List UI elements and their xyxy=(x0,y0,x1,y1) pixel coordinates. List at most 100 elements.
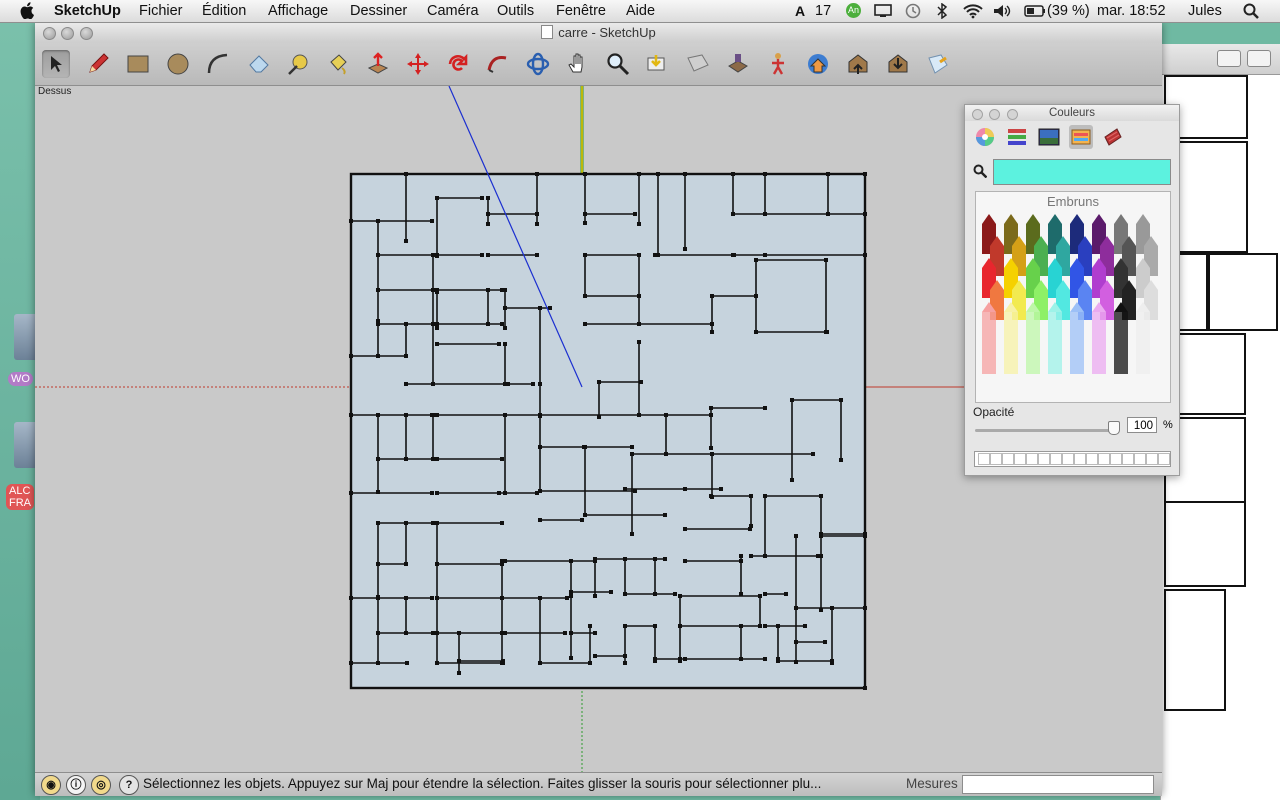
walk-icon[interactable] xyxy=(764,50,792,78)
vertex-point xyxy=(719,487,723,491)
follow-me-icon[interactable] xyxy=(484,50,512,78)
adobe-icon[interactable]: A xyxy=(795,3,805,19)
vertex-point xyxy=(593,557,597,561)
move-icon[interactable] xyxy=(404,50,432,78)
wifi-icon[interactable] xyxy=(962,3,984,19)
panel-zoom-button[interactable] xyxy=(1007,109,1018,120)
opacity-field[interactable]: 100 xyxy=(1127,417,1157,433)
crayon-box[interactable]: Embruns xyxy=(975,191,1171,403)
color-wheel-icon[interactable] xyxy=(973,125,997,149)
favorite-swatch-cell[interactable] xyxy=(1038,453,1050,465)
vertex-point xyxy=(794,660,798,664)
crayon-set[interactable] xyxy=(976,192,1170,402)
favorite-swatch-cell[interactable] xyxy=(1086,453,1098,465)
credits-icon[interactable]: ⓘ xyxy=(66,775,86,795)
send-to-layout-icon[interactable] xyxy=(924,50,952,78)
favorite-swatch-cell[interactable] xyxy=(1110,453,1122,465)
opacity-slider[interactable] xyxy=(975,429,1115,432)
bluetooth-icon[interactable] xyxy=(937,3,947,19)
favorite-swatch-cell[interactable] xyxy=(1050,453,1062,465)
status-bar: ◉ ⓘ ◎ ? Sélectionnez les objets. Appuyez… xyxy=(35,772,1162,796)
arc-icon[interactable] xyxy=(204,50,232,78)
vertex-point xyxy=(538,661,542,665)
menu-dessiner[interactable]: Dessiner xyxy=(350,3,407,19)
display-icon[interactable] xyxy=(874,4,892,18)
favorite-swatch-cell[interactable] xyxy=(1122,453,1134,465)
vertex-point xyxy=(863,686,867,690)
search-color-icon[interactable] xyxy=(973,164,987,178)
panel-close-button[interactable] xyxy=(972,109,983,120)
paint-bucket-icon[interactable] xyxy=(324,50,352,78)
favorite-swatch-cell[interactable] xyxy=(990,453,1002,465)
window-titlebar[interactable]: carre - SketchUp xyxy=(35,23,1162,43)
time-machine-icon[interactable] xyxy=(905,3,921,19)
vertex-point xyxy=(569,559,573,563)
vertex-point xyxy=(637,253,641,257)
clock[interactable]: mar. 18:52 xyxy=(1097,3,1166,19)
menu-edition[interactable]: Édition xyxy=(202,3,246,19)
get-models-icon[interactable] xyxy=(804,50,832,78)
menu-fenetre[interactable]: Fenêtre xyxy=(556,3,606,19)
position-camera-icon[interactable] xyxy=(724,50,752,78)
eraser-icon[interactable] xyxy=(245,50,273,78)
orbit-icon[interactable] xyxy=(524,50,552,78)
favorite-swatches[interactable] xyxy=(974,451,1171,467)
user-name[interactable]: Jules xyxy=(1188,3,1222,19)
favorite-swatch-cell[interactable] xyxy=(1098,453,1110,465)
push-pull-icon[interactable] xyxy=(364,50,392,78)
favorite-swatch-cell[interactable] xyxy=(1146,453,1158,465)
menu-fichier[interactable]: Fichier xyxy=(139,3,183,19)
favorite-swatch-cell[interactable] xyxy=(1158,453,1170,465)
menu-affichage[interactable]: Affichage xyxy=(268,3,328,19)
circle-icon[interactable] xyxy=(164,50,192,78)
measurements-field[interactable] xyxy=(962,775,1154,794)
rectangle-icon[interactable] xyxy=(124,50,152,78)
minimize-button[interactable] xyxy=(61,27,74,40)
favorite-swatch-cell[interactable] xyxy=(1134,453,1146,465)
selected-color-swatch[interactable] xyxy=(993,159,1171,185)
share-model-icon[interactable] xyxy=(844,50,872,78)
pan-icon[interactable] xyxy=(564,50,592,78)
close-button[interactable] xyxy=(43,27,56,40)
zoom-icon[interactable] xyxy=(604,50,632,78)
sync-icon[interactable]: An xyxy=(846,3,861,18)
color-sliders-icon[interactable] xyxy=(1005,125,1029,149)
vertex-point xyxy=(431,322,435,326)
vertex-point xyxy=(763,657,767,661)
components-icon[interactable] xyxy=(884,50,912,78)
colors-panel-title[interactable]: Couleurs xyxy=(965,105,1179,121)
favorite-swatch-cell[interactable] xyxy=(1014,453,1026,465)
favorite-swatch-cell[interactable] xyxy=(1074,453,1086,465)
pencil-icon[interactable] xyxy=(84,50,112,78)
select-tool-icon[interactable] xyxy=(42,50,70,78)
crayon xyxy=(1004,312,1018,374)
zoom-window-icon[interactable] xyxy=(644,50,672,78)
volume-icon[interactable] xyxy=(993,4,1011,18)
menu-aide[interactable]: Aide xyxy=(626,3,655,19)
color-palette-image-icon[interactable] xyxy=(1037,125,1061,149)
vertex-point xyxy=(500,596,504,600)
geo-location-icon[interactable]: ◉ xyxy=(41,775,61,795)
favorite-swatch-cell[interactable] xyxy=(978,453,990,465)
vertex-point xyxy=(839,458,843,462)
menu-app-name[interactable]: SketchUp xyxy=(54,3,121,19)
previous-view-icon[interactable] xyxy=(684,50,712,78)
color-lists-icon[interactable] xyxy=(1069,125,1093,149)
sign-in-icon[interactable]: ◎ xyxy=(91,775,111,795)
favorite-swatch-cell[interactable] xyxy=(1002,453,1014,465)
opacity-slider-knob[interactable] xyxy=(1108,421,1120,435)
panel-minimize-button[interactable] xyxy=(989,109,1000,120)
crayons-icon[interactable] xyxy=(1101,125,1125,149)
vertex-point xyxy=(776,657,780,661)
help-icon[interactable]: ? xyxy=(119,775,139,795)
vertex-point xyxy=(486,212,490,216)
favorite-swatch-cell[interactable] xyxy=(1026,453,1038,465)
favorite-swatch-cell[interactable] xyxy=(1062,453,1074,465)
rotate-icon[interactable] xyxy=(444,50,472,78)
tape-measure-icon[interactable] xyxy=(284,50,312,78)
apple-icon[interactable] xyxy=(20,2,36,19)
menu-camera[interactable]: Caméra xyxy=(427,3,479,19)
spotlight-search-icon[interactable] xyxy=(1243,3,1259,19)
menu-outils[interactable]: Outils xyxy=(497,3,534,19)
zoom-button[interactable] xyxy=(80,27,93,40)
